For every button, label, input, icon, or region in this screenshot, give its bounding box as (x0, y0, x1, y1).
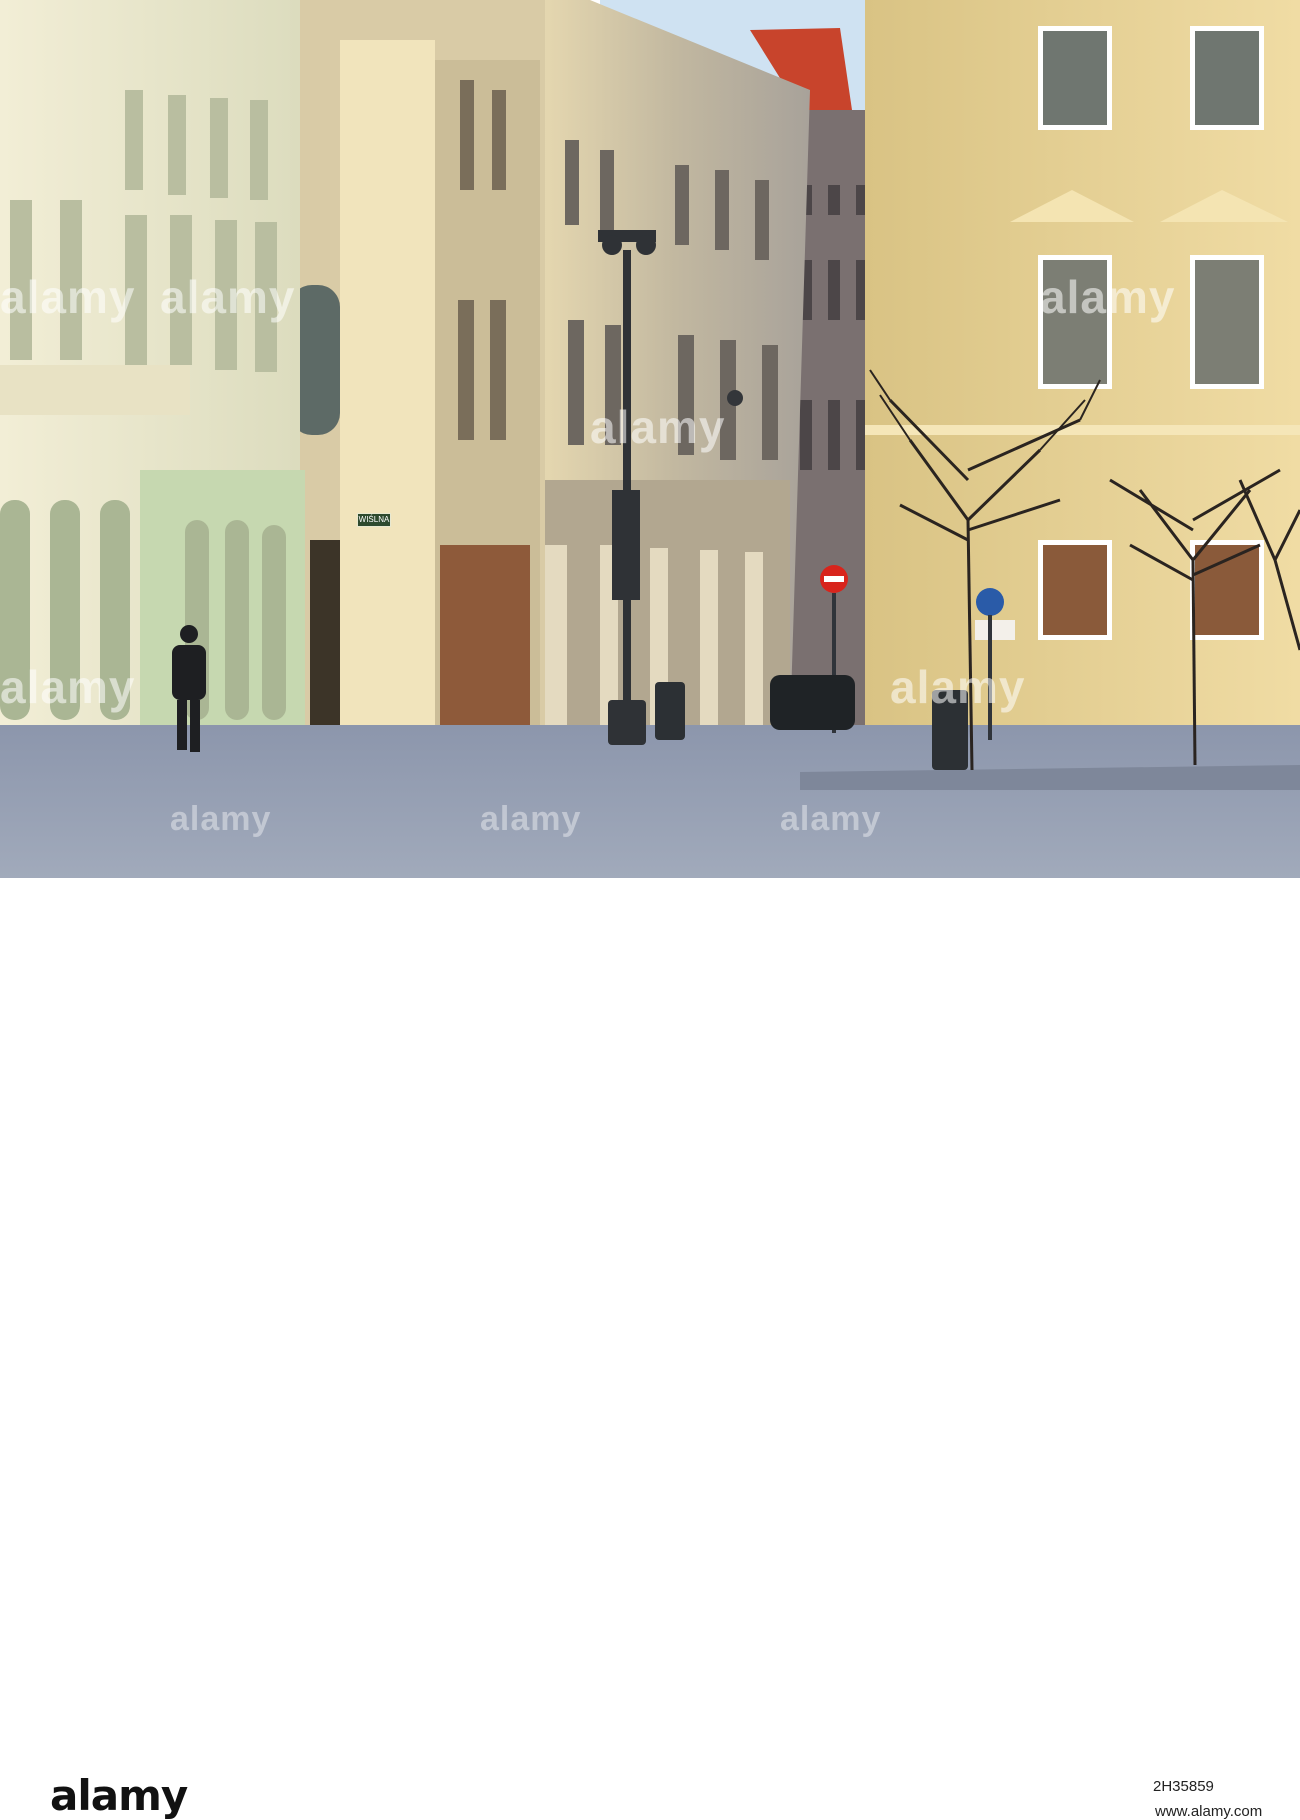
no-entry-bar (824, 576, 844, 582)
brand-logo[interactable]: alamy (50, 1771, 188, 1820)
balcony (0, 365, 190, 415)
watermark: alamy (0, 271, 136, 323)
parked-car (770, 675, 855, 730)
stock-photo-page: WIŚLNA alamy alamy alamy alamy alamy ala… (0, 0, 1300, 1820)
ornate-building-door (310, 540, 340, 730)
watermark: alamy (480, 800, 582, 838)
watermark: alamy (170, 800, 272, 838)
cornice (865, 425, 1300, 435)
watermark: alamy (1040, 271, 1176, 323)
zone-end-plate (975, 620, 1015, 640)
site-url[interactable]: www.alamy.com (1155, 1803, 1262, 1820)
footer-bar: alamy 2H35859 www.alamy.com (0, 878, 1300, 1820)
ornate-pilaster (340, 40, 435, 730)
pedestrian-zone-sign (976, 588, 1004, 616)
watermark: alamy (590, 401, 726, 453)
ornate-building-shopfront (440, 545, 530, 725)
wall-lamp (727, 390, 743, 406)
watermark: alamy (890, 661, 1026, 713)
watermark: alamy (0, 661, 136, 713)
street-photo: WIŚLNA alamy alamy alamy alamy alamy ala… (0, 0, 1300, 878)
watermark: alamy (160, 271, 296, 323)
trash-bin (655, 682, 685, 740)
image-id: 2H35859 (1153, 1778, 1214, 1795)
watermark: alamy (780, 800, 882, 838)
street-name-sign: WIŚLNA (357, 513, 391, 527)
